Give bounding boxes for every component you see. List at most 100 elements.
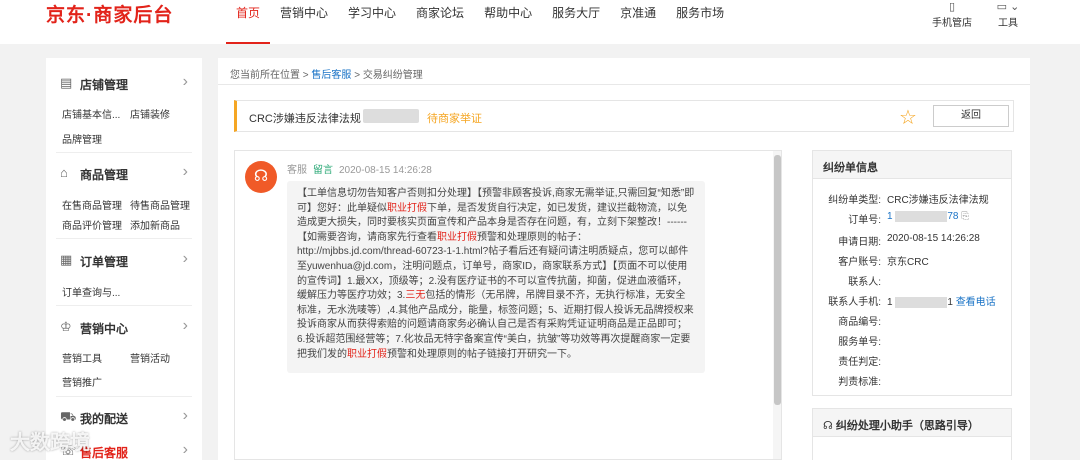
- sidebar-item[interactable]: 添加新商品: [130, 217, 180, 232]
- sidebar-section-goods[interactable]: ⌂ 商品管理 ›: [46, 160, 202, 186]
- tools-label: 工具: [998, 18, 1018, 29]
- nav-learning[interactable]: 学习中心: [338, 0, 406, 44]
- sidebar-section-marketing[interactable]: ♔ 营销中心 ›: [46, 314, 202, 340]
- breadcrumb-current: 交易纠纷管理: [362, 70, 423, 81]
- nav-jzt[interactable]: 京准通: [610, 0, 666, 44]
- order-number-prefix: 1: [887, 211, 893, 223]
- back-button[interactable]: 返回: [933, 105, 1009, 127]
- sidebar-item[interactable]: 营销推广: [62, 374, 102, 389]
- copy-icon[interactable]: ⎘: [961, 211, 969, 222]
- redacted-block: [363, 109, 419, 123]
- sidebar-item[interactable]: 待售商品管理: [130, 197, 190, 212]
- message-tag: 留言: [313, 165, 333, 176]
- message-scrollbar[interactable]: [773, 151, 781, 459]
- contact-phone: 1 1 查看电话: [887, 293, 996, 308]
- sidebar-section-store[interactable]: ▤ 店铺管理 ›: [46, 70, 202, 96]
- sidebar-section-title: 商品管理: [80, 168, 129, 182]
- helper-panel-title[interactable]: ☊ 纠纷处理小助手（思路引导）: [813, 409, 1011, 437]
- truck-icon: ⛟: [60, 409, 77, 424]
- info-label: 订单号:: [848, 215, 881, 226]
- order-number-suffix: 78: [947, 211, 959, 223]
- mobile-store-button[interactable]: ▯ 手机管店: [930, 0, 974, 44]
- dispute-status: 待商家举证: [427, 113, 482, 125]
- headset-icon: ☊: [245, 161, 277, 193]
- order-icon: ▦: [60, 252, 73, 267]
- sidebar-item[interactable]: 订单查询与...: [62, 284, 120, 299]
- sidebar: ▤ 店铺管理 › 店铺基本信... 店铺装修 品牌管理 ⌂ 商品管理 › 在售商…: [46, 58, 202, 460]
- nav-service-market[interactable]: 服务市场: [666, 0, 734, 44]
- sidebar-item[interactable]: 店铺装修: [130, 106, 170, 121]
- message-highlight: 三无: [405, 290, 426, 302]
- sidebar-item[interactable]: 商品评价管理: [62, 217, 122, 232]
- mobile-store-label: 手机管店: [932, 18, 972, 29]
- info-row: 判责标准:: [813, 373, 1013, 389]
- order-number-link[interactable]: 1 78 ⎘: [887, 211, 969, 222]
- sidebar-section-title: 订单管理: [80, 255, 129, 269]
- tools-button[interactable]: ▭ ⌄ 工具: [990, 0, 1026, 44]
- info-row: 客户账号: 京东CRC: [813, 253, 1013, 269]
- nav-marketing[interactable]: 营销中心: [270, 0, 338, 44]
- divider: [56, 305, 192, 306]
- helper-panel: ☊ 纠纷处理小助手（思路引导）: [812, 408, 1012, 460]
- crown-icon: ♔: [60, 319, 72, 334]
- breadcrumb-link-aftersale[interactable]: 售后客服: [311, 70, 351, 81]
- tools-icon: ▭ ⌄: [996, 1, 1020, 13]
- nav-home[interactable]: 首页: [226, 0, 271, 44]
- info-row: 订单号: 1 78 ⎘: [813, 211, 1013, 227]
- sidebar-item[interactable]: 品牌管理: [62, 131, 102, 146]
- info-value: 2020-08-15 14:26:28: [887, 233, 980, 244]
- sidebar-item[interactable]: 营销工具: [62, 350, 102, 365]
- sidebar-item[interactable]: 营销活动: [130, 350, 170, 365]
- phone-icon: ▯: [948, 1, 956, 13]
- divider: [56, 152, 192, 153]
- top-bar: 京东·商家后台 首页 营销中心 学习中心 商家论坛 帮助中心 服务大厅 京准通 …: [0, 0, 1080, 44]
- info-row: 联系人手机: 1 1 查看电话: [813, 293, 1013, 309]
- bag-icon: ⌂: [60, 165, 68, 180]
- info-value: CRC涉嫌违反法律法规: [887, 195, 989, 206]
- info-label: 服务单号:: [838, 337, 881, 348]
- sidebar-section-title: 店铺管理: [80, 78, 129, 92]
- info-row: 服务单号:: [813, 333, 1013, 349]
- message-time: 2020-08-15 14:26:28: [339, 165, 432, 176]
- nav-service-hall[interactable]: 服务大厅: [542, 0, 610, 44]
- divider: [56, 396, 192, 397]
- nav-forum[interactable]: 商家论坛: [406, 0, 474, 44]
- chevron-right-icon: ›: [182, 163, 188, 180]
- star-icon[interactable]: ☆: [899, 105, 917, 130]
- breadcrumb-separator: >: [354, 70, 361, 81]
- chevron-right-icon: ›: [182, 73, 188, 90]
- info-row: 商品编号:: [813, 313, 1013, 329]
- dispute-title: CRC涉嫌违反法律法规: [249, 113, 361, 125]
- sidebar-item[interactable]: 店铺基本信...: [62, 106, 120, 121]
- logo[interactable]: 京东·商家后台: [46, 0, 173, 27]
- sidebar-item[interactable]: 在售商品管理: [62, 197, 122, 212]
- chevron-right-icon: ›: [182, 250, 188, 267]
- sidebar-section-title: 我的配送: [80, 412, 129, 426]
- info-label: 客户账号:: [838, 257, 881, 268]
- sidebar-section-orders[interactable]: ▦ 订单管理 ›: [46, 247, 202, 273]
- chevron-right-icon: ›: [182, 441, 188, 458]
- chevron-right-icon: ›: [182, 317, 188, 334]
- message-meta: 客服 留言 2020-08-15 14:26:28: [287, 161, 432, 176]
- message-highlight: 职业打假: [347, 348, 387, 360]
- info-value: 京东CRC: [887, 257, 929, 268]
- redacted-block: [895, 211, 948, 222]
- message-sender: 客服: [287, 165, 307, 176]
- breadcrumb: 您当前所在位置 > 售后客服 > 交易纠纷管理: [230, 66, 423, 81]
- info-label: 联系人手机:: [828, 297, 881, 308]
- nav-help[interactable]: 帮助中心: [474, 0, 542, 44]
- main-panel: 您当前所在位置 > 售后客服 > 交易纠纷管理 CRC涉嫌违反法律法规 待商家举…: [218, 58, 1030, 460]
- helper-title-text: 纠纷处理小助手（思路引导）: [835, 420, 979, 432]
- phone-suffix: 1: [947, 297, 953, 308]
- message-highlight: 职业打假: [387, 202, 427, 214]
- breadcrumb-prefix: 您当前所在位置 >: [230, 70, 309, 81]
- divider: [218, 84, 1030, 85]
- info-row: 联系人:: [813, 273, 1013, 289]
- view-phone-link[interactable]: 查看电话: [956, 297, 996, 308]
- info-label: 纠纷单类型:: [828, 195, 881, 206]
- scroll-thumb[interactable]: [774, 155, 781, 405]
- dispute-info-panel: 纠纷单信息 纠纷单类型: CRC涉嫌违反法律法规 订单号: 1 78 ⎘ 申请日…: [812, 150, 1012, 396]
- divider: [56, 238, 192, 239]
- info-label: 联系人:: [848, 277, 881, 288]
- dispute-title-bar: CRC涉嫌违反法律法规 待商家举证 ☆ 返回: [234, 100, 1014, 132]
